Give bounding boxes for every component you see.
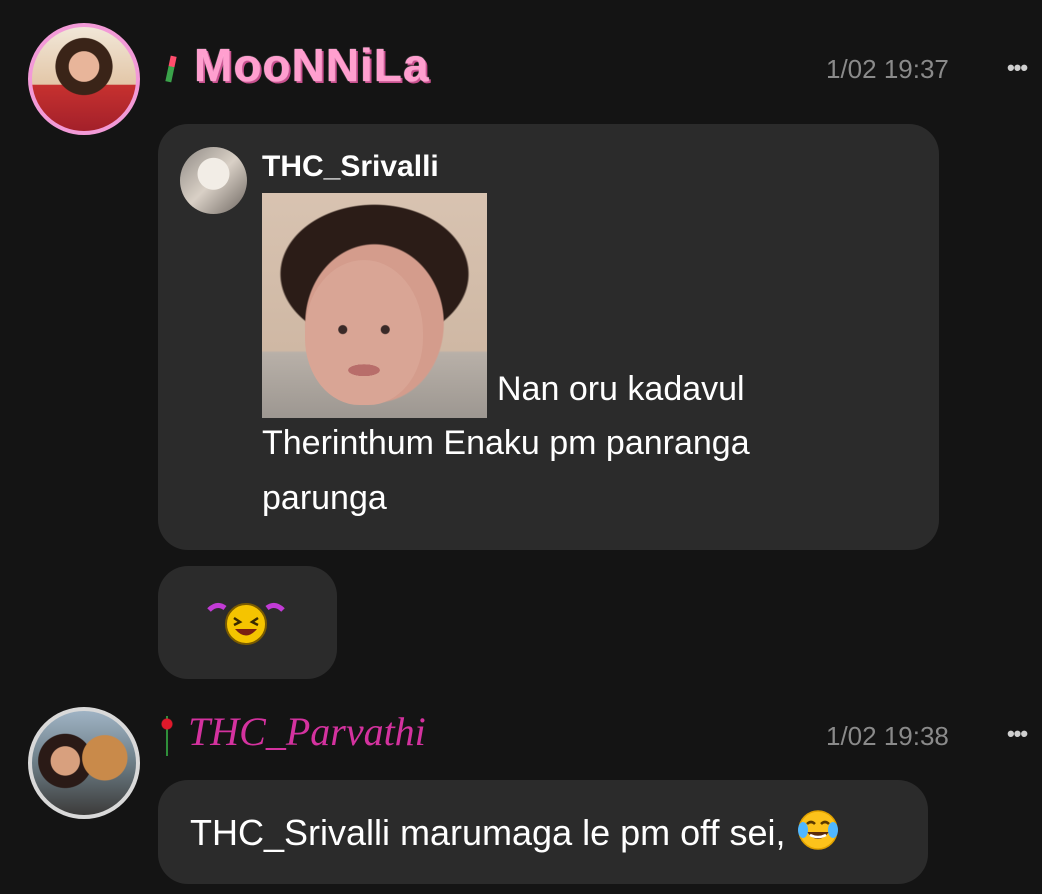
sender-name-label: MooNNiLa <box>194 39 430 91</box>
quoted-text-line-2: Therinthum Enaku pm panranga <box>262 424 750 462</box>
quoted-text-line-3: parunga <box>262 479 387 517</box>
rose-icon <box>160 715 174 756</box>
gif-child-face <box>305 260 423 405</box>
sender-name-parvathi[interactable]: THC_Parvathi <box>160 708 426 756</box>
avatar-parvathi[interactable] <box>28 707 140 819</box>
more-options-button[interactable]: ••• <box>1002 723 1032 745</box>
avatar-srivalli[interactable] <box>180 147 247 214</box>
quoted-author-name[interactable]: THC_Srivalli <box>262 150 439 184</box>
sender-name-moonnila[interactable]: MooNNiLa <box>165 38 430 92</box>
avatar-moonnila[interactable] <box>28 23 140 135</box>
message-text-container: THC_Srivalli marumaga le pm off sei, <box>190 808 840 854</box>
message-timestamp: 1/02 19:38 <box>826 721 949 751</box>
more-options-button[interactable]: ••• <box>1002 57 1032 79</box>
message-timestamp: 1/02 19:37 <box>826 54 949 84</box>
message-text: THC_Srivalli marumaga le pm off sei, <box>190 812 786 853</box>
laughing-emoji-icon <box>207 602 285 645</box>
sender-name-label: THC_Parvathi <box>188 709 426 754</box>
face-with-tears-of-joy-icon <box>797 810 838 850</box>
tulip-icon <box>165 55 177 83</box>
quoted-text-line-1: Nan oru kadavul <box>497 370 745 408</box>
chat-view: MooNNiLa 1/02 19:37 ••• THC_Srivalli Nan… <box>0 0 1042 894</box>
